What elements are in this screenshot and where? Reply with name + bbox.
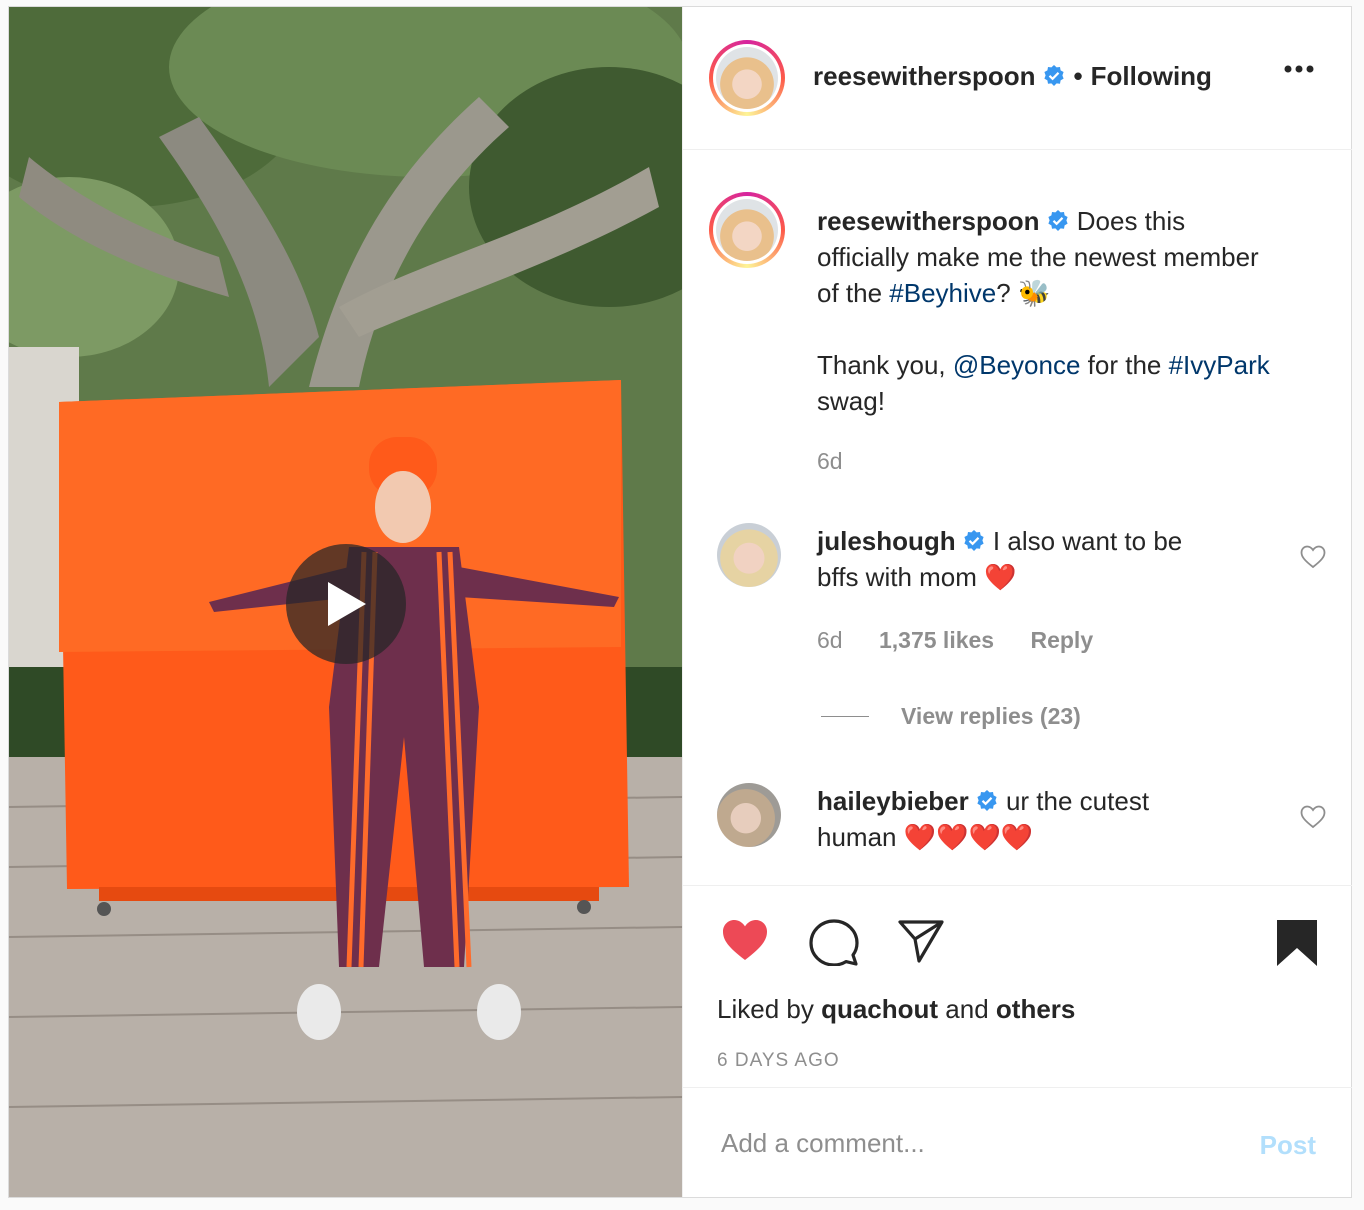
view-replies-button[interactable]: View replies (23): [901, 703, 1081, 730]
heart-emoji: ❤️❤️❤️❤️: [903, 822, 1034, 852]
comment-text: juleshough I also want to be bffs with m…: [817, 526, 1183, 592]
heart-emoji: ❤️: [984, 562, 1017, 592]
like-comment-heart-icon[interactable]: [1300, 805, 1326, 829]
others-link[interactable]: others: [996, 994, 1075, 1024]
post-actions: Liked by quachout and others 6 DAYS AGO: [683, 885, 1352, 1091]
post-header: reesewitherspoon • Following: [683, 7, 1352, 150]
verified-badge-icon: [1047, 210, 1068, 231]
mention-link[interactable]: @Beyonce: [953, 350, 1081, 380]
author-username[interactable]: reesewitherspoon: [813, 61, 1036, 91]
ellipsis-icon[interactable]: [1284, 65, 1314, 73]
likes-summary: Liked by quachout and others: [717, 994, 1076, 1024]
add-comment-bar: Post: [683, 1087, 1352, 1198]
comments-list[interactable]: reesewitherspoon Does this officially ma…: [683, 151, 1352, 885]
hashtag-link[interactable]: #Beyhive: [889, 278, 996, 308]
paper-plane-icon[interactable]: [897, 918, 945, 964]
caption-timestamp[interactable]: 6d: [817, 448, 843, 475]
comment-timestamp[interactable]: 6d: [817, 627, 843, 653]
reply-button[interactable]: Reply: [1030, 627, 1093, 653]
hashtag-link[interactable]: #IvyPark: [1169, 350, 1270, 380]
author-avatar[interactable]: [709, 40, 785, 116]
post-video[interactable]: [9, 7, 682, 1197]
replies-divider: [821, 716, 869, 717]
comment-input[interactable]: [719, 1122, 1223, 1164]
verified-badge-icon: [1043, 65, 1064, 86]
post-timestamp[interactable]: 6 DAYS AGO: [717, 1050, 840, 1072]
caption-username[interactable]: reesewitherspoon: [817, 206, 1040, 236]
comment-likes[interactable]: 1,375 likes: [879, 627, 994, 653]
bee-emoji: 🐝: [1017, 278, 1051, 308]
comment-username[interactable]: haileybieber: [817, 786, 969, 816]
comment-username[interactable]: juleshough: [817, 526, 956, 556]
like-comment-heart-icon[interactable]: [1300, 545, 1326, 569]
play-button[interactable]: [286, 544, 406, 664]
heart-filled-icon[interactable]: [721, 918, 769, 962]
verified-badge-icon: [977, 790, 997, 811]
speech-bubble-icon[interactable]: [809, 918, 859, 966]
comment-avatar[interactable]: [717, 783, 781, 847]
post-sidebar: reesewitherspoon • Following reesewithersp…: [682, 7, 1352, 1198]
comment-avatar[interactable]: [717, 523, 781, 587]
post-button[interactable]: Post: [1260, 1130, 1316, 1161]
following-button[interactable]: Following: [1091, 61, 1212, 91]
verified-badge-icon: [964, 530, 984, 551]
comment-text: haileybieber ur the cutest human ❤️❤️❤️❤…: [817, 786, 1150, 852]
caption-text: reesewitherspoon Does this officially ma…: [817, 206, 1270, 416]
bookmark-filled-icon[interactable]: [1275, 918, 1319, 968]
caption-avatar[interactable]: [709, 192, 785, 268]
post-card: reesewitherspoon • Following reesewithersp…: [8, 6, 1352, 1198]
separator-dot: •: [1073, 61, 1083, 91]
play-icon: [328, 582, 366, 626]
comment-meta: 6d 1,375 likes Reply: [817, 627, 1093, 654]
liker-username[interactable]: quachout: [821, 994, 938, 1024]
